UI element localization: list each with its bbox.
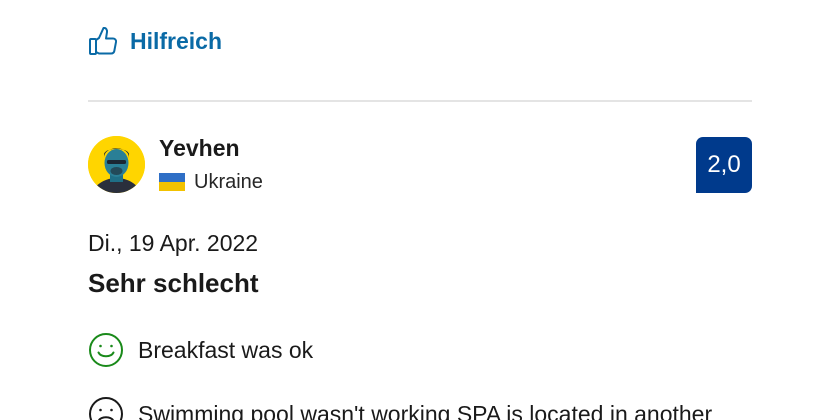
positive-comment-text: Breakfast was ok <box>138 337 314 363</box>
negative-comment-text: Swimming pool wasn't working SPA is loca… <box>138 401 713 420</box>
ukraine-flag-icon <box>159 173 185 191</box>
review-score-badge: 2,0 <box>696 137 752 193</box>
helpful-label: Hilfreich <box>130 28 223 54</box>
review-date: Di., 19 Apr. 2022 <box>88 230 259 256</box>
positive-comment: Breakfast was ok <box>88 332 313 368</box>
review-card: Hilfreich Yevhen Ukraine 2,0 Di., 19 Apr… <box>0 0 840 420</box>
reviewer-name: Yevhen <box>159 135 240 161</box>
smiley-sad-icon <box>88 396 124 420</box>
country-name: Ukraine <box>194 171 263 193</box>
reviewer-country: Ukraine <box>159 169 263 195</box>
avatar[interactable] <box>88 136 145 193</box>
helpful-button[interactable]: Hilfreich <box>88 26 222 56</box>
review-title: Sehr schlecht <box>88 268 259 298</box>
negative-comment: Swimming pool wasn't working SPA is loca… <box>88 396 712 420</box>
thumbs-up-icon <box>88 26 118 56</box>
divider <box>88 100 752 102</box>
smiley-happy-icon <box>88 332 124 368</box>
